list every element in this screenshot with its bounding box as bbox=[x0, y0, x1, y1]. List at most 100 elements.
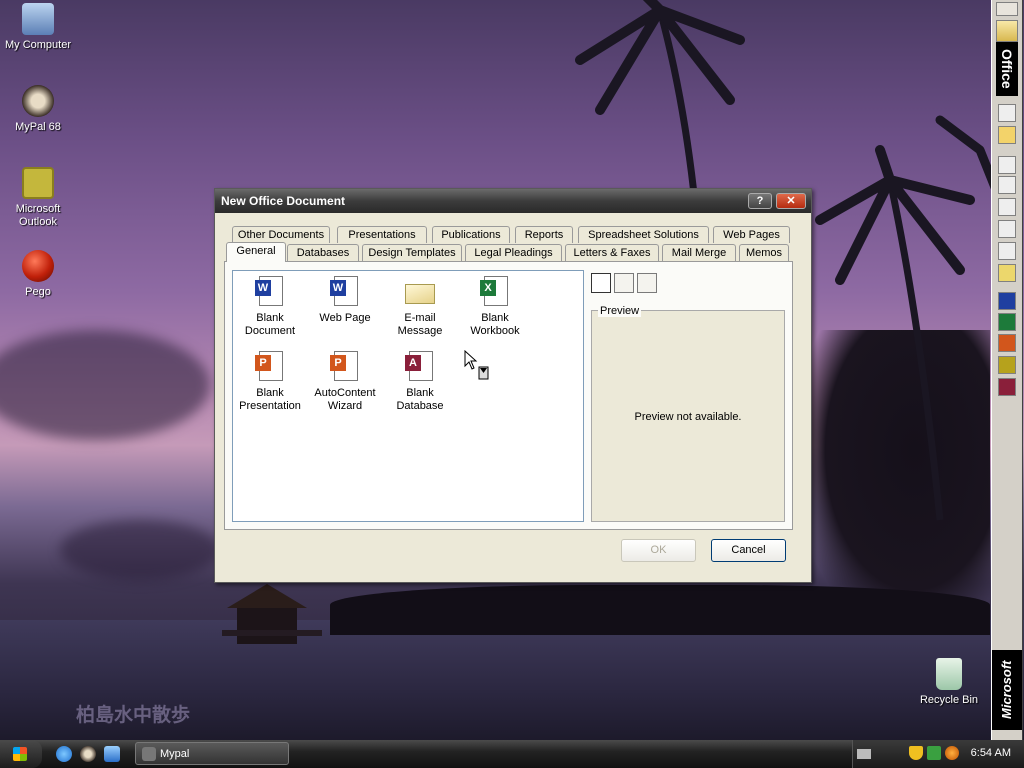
tab-mail-merge[interactable]: Mail Merge bbox=[662, 244, 736, 261]
clock[interactable]: 6:54 AM bbox=[971, 747, 1011, 759]
tab-presentations[interactable]: Presentations bbox=[337, 226, 427, 243]
template-label: E-mail Message bbox=[397, 312, 443, 337]
tab-letters-faxes[interactable]: Letters & Faxes bbox=[565, 244, 659, 261]
folder-icon[interactable] bbox=[996, 20, 1018, 42]
template-label: Blank Document bbox=[244, 312, 296, 337]
envelope-icon bbox=[405, 284, 435, 304]
new-task-icon[interactable] bbox=[998, 198, 1016, 216]
access-icon[interactable] bbox=[998, 378, 1016, 396]
desktop-icon-label: MyPal 68 bbox=[15, 121, 61, 133]
tab-legal-pleadings[interactable]: Legal Pleadings bbox=[465, 244, 562, 261]
beach-hut bbox=[222, 584, 322, 644]
microsoft-brand: Microsoft bbox=[992, 650, 1022, 730]
powerpoint-icon[interactable] bbox=[998, 334, 1016, 352]
desktop-icon-my-computer[interactable]: My Computer bbox=[0, 3, 78, 52]
mypal-task-icon bbox=[142, 747, 156, 761]
preview-pane: Preview Preview not available. bbox=[591, 305, 785, 522]
outlook-icon bbox=[22, 167, 54, 199]
mypal-quicklaunch-icon[interactable] bbox=[80, 746, 96, 762]
powerpoint-icon: P bbox=[255, 351, 285, 383]
preview-message: Preview not available. bbox=[634, 411, 742, 423]
taskbar: Mypal 6:54 AM bbox=[0, 740, 1024, 768]
template-blank-database[interactable]: A Blank Database bbox=[383, 351, 457, 413]
template-label: Blank Presentation bbox=[239, 387, 301, 412]
wallpaper-watermark: 柏島水中散歩 bbox=[76, 704, 191, 726]
excel-workbook-icon: X bbox=[480, 276, 510, 308]
desktop-icon-label: My Computer bbox=[4, 39, 72, 51]
start-button[interactable] bbox=[0, 740, 42, 768]
template-blank-presentation[interactable]: P Blank Presentation bbox=[233, 351, 307, 413]
word-web-page-icon: W bbox=[330, 276, 360, 308]
template-blank-document[interactable]: W Blank Document bbox=[233, 276, 307, 338]
desktop-icon-pego[interactable]: Pego bbox=[0, 250, 78, 299]
preview-label: Preview bbox=[598, 305, 642, 317]
word-document-icon: W bbox=[255, 276, 285, 308]
recycle-bin-icon bbox=[936, 658, 962, 690]
tab-databases[interactable]: Databases bbox=[287, 244, 359, 261]
system-tray: 6:54 AM bbox=[852, 740, 1024, 768]
open-document-icon[interactable] bbox=[998, 126, 1016, 144]
windows-logo-icon bbox=[13, 747, 27, 761]
outlook-icon[interactable] bbox=[998, 356, 1016, 374]
template-web-page[interactable]: W Web Page bbox=[308, 276, 382, 325]
show-desktop-icon[interactable] bbox=[104, 746, 120, 762]
details-view-icon[interactable] bbox=[637, 273, 657, 293]
dialog-title: New Office Document bbox=[221, 194, 346, 208]
security-shield-icon[interactable] bbox=[909, 746, 923, 760]
desktop-icon-recycle-bin[interactable]: Recycle Bin bbox=[909, 658, 989, 707]
search-icon[interactable] bbox=[945, 746, 959, 760]
word-icon[interactable] bbox=[998, 292, 1016, 310]
ok-button[interactable]: OK bbox=[621, 539, 696, 562]
office-shortcut-bar: Office Microsoft bbox=[991, 0, 1023, 740]
office-bar-menu-icon[interactable] bbox=[996, 2, 1018, 16]
desktop-icon-label: Microsoft Outlook bbox=[15, 203, 61, 228]
tab-publications[interactable]: Publications bbox=[432, 226, 510, 243]
new-note-icon[interactable] bbox=[998, 264, 1016, 282]
desktop-icon-outlook[interactable]: Microsoft Outlook bbox=[0, 167, 78, 229]
template-email-message[interactable]: E-mail Message bbox=[383, 276, 457, 338]
tab-other-documents[interactable]: Other Documents bbox=[232, 226, 330, 243]
access-database-icon: A bbox=[405, 351, 435, 383]
desktop-icon-mypal[interactable]: MyPal 68 bbox=[0, 85, 78, 134]
pego-red-ball-icon bbox=[22, 250, 54, 282]
desktop-icon-label: Pego bbox=[25, 286, 51, 298]
wizard-wand-icon: P bbox=[330, 351, 360, 383]
close-button[interactable]: ✕ bbox=[776, 193, 806, 209]
template-blank-workbook[interactable]: X Blank Workbook bbox=[458, 276, 532, 338]
busy-cursor-icon bbox=[464, 350, 489, 380]
new-appointment-icon[interactable] bbox=[998, 176, 1016, 194]
tab-design-templates[interactable]: Design Templates bbox=[362, 244, 462, 261]
new-contact-icon[interactable] bbox=[998, 220, 1016, 238]
my-computer-icon bbox=[22, 3, 54, 35]
tab-web-pages[interactable]: Web Pages bbox=[713, 226, 790, 243]
new-message-icon[interactable] bbox=[998, 156, 1016, 174]
template-autocontent-wizard[interactable]: P AutoContent Wizard bbox=[308, 351, 382, 413]
new-journal-icon[interactable] bbox=[998, 242, 1016, 260]
taskbar-item-label: Mypal bbox=[160, 748, 190, 760]
dialog-title-bar[interactable]: New Office Document ? ✕ bbox=[215, 189, 811, 213]
template-label: Blank Workbook bbox=[470, 312, 520, 337]
taskbar-item-mypal[interactable]: Mypal bbox=[135, 742, 289, 765]
help-button[interactable]: ? bbox=[748, 193, 772, 209]
template-label: AutoContent Wizard bbox=[314, 387, 376, 412]
tab-memos[interactable]: Memos bbox=[739, 244, 789, 261]
keyboard-icon[interactable] bbox=[857, 749, 871, 759]
template-label: Blank Database bbox=[396, 387, 444, 412]
template-list[interactable]: W Blank Document W Web Page E-mail Messa… bbox=[232, 270, 584, 522]
template-label: Web Page bbox=[319, 312, 371, 324]
excel-icon[interactable] bbox=[998, 313, 1016, 331]
new-document-icon[interactable] bbox=[998, 104, 1016, 122]
large-icons-view-icon[interactable] bbox=[591, 273, 611, 293]
mypal-raccoon-icon bbox=[22, 85, 54, 117]
cloud bbox=[60, 520, 220, 580]
tab-reports[interactable]: Reports bbox=[515, 226, 573, 243]
office-bar-title: Office bbox=[996, 42, 1018, 96]
cancel-button[interactable]: Cancel bbox=[711, 539, 786, 562]
list-view-icon[interactable] bbox=[614, 273, 634, 293]
tab-general[interactable]: General bbox=[226, 242, 286, 262]
network-icon[interactable] bbox=[927, 746, 941, 760]
cloud bbox=[0, 330, 210, 440]
desktop-icon-label: Recycle Bin bbox=[919, 694, 979, 706]
tab-spreadsheet-solutions[interactable]: Spreadsheet Solutions bbox=[578, 226, 709, 243]
internet-explorer-icon[interactable] bbox=[56, 746, 72, 762]
